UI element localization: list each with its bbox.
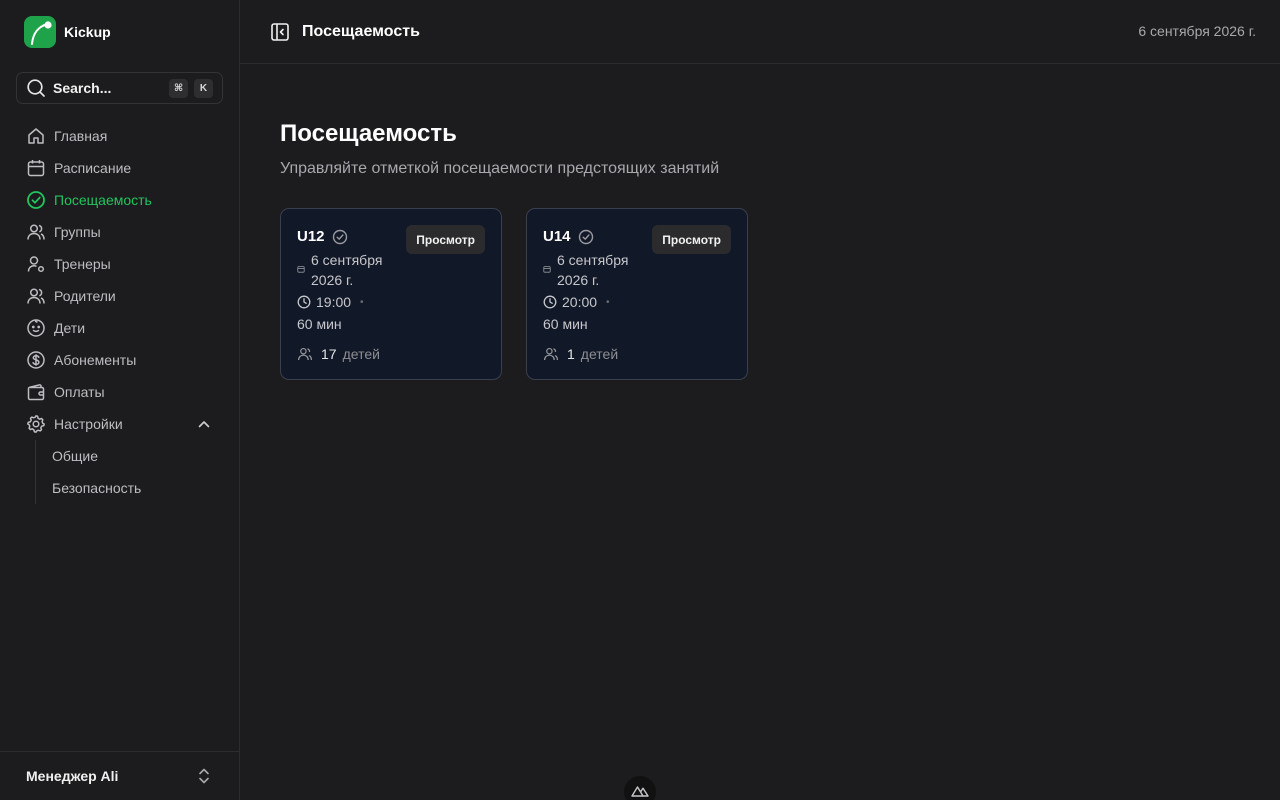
- page-subtitle: Управляйте отметкой посещаемости предсто…: [280, 160, 720, 177]
- clock-icon: [297, 295, 311, 309]
- session-date: 6 сентября 2026 г.: [557, 252, 629, 288]
- settings-submenu: Общие Безопасность: [35, 440, 223, 504]
- user-name: Менеджер Ali: [26, 768, 119, 784]
- chevron-up-icon[interactable]: [197, 417, 211, 431]
- session-card[interactable]: U12 Просмотр 6 сентября 2026 г. 19:00 • …: [280, 208, 502, 380]
- sidebar-item-children[interactable]: Дети: [16, 312, 223, 344]
- view-button[interactable]: Просмотр: [652, 225, 731, 254]
- sidebar-item-label: Абонементы: [54, 352, 137, 368]
- home-icon: [28, 128, 44, 144]
- view-button[interactable]: Просмотр: [406, 225, 485, 254]
- sidebar-item-label: Оплаты: [54, 384, 105, 400]
- sidebar-item-label: Группы: [54, 224, 101, 240]
- session-card[interactable]: U14 Просмотр 6 сентября 2026 г. 20:00 • …: [526, 208, 748, 380]
- group-name: U14: [543, 228, 571, 245]
- session-time: 20:00: [562, 294, 598, 310]
- wallet-icon: [27, 384, 45, 401]
- sidebar-item-groups[interactable]: Группы: [16, 216, 223, 248]
- sidebar-item-payments[interactable]: Оплаты: [16, 376, 223, 408]
- sidebar-item-schedule[interactable]: Расписание: [16, 152, 223, 184]
- sidebar-toggle-icon[interactable]: [270, 22, 290, 42]
- session-cards: U12 Просмотр 6 сентября 2026 г. 19:00 • …: [280, 208, 748, 380]
- clock-icon: [543, 295, 557, 309]
- devtools-badge[interactable]: [624, 776, 656, 800]
- sidebar-item-label: Посещаемость: [54, 192, 152, 208]
- header-date: 6 сентября 2026 г.: [1138, 23, 1256, 39]
- check-circle-icon: [578, 229, 593, 244]
- search-button[interactable]: Search... ⌘ K: [16, 72, 223, 104]
- sidebar-item-subscriptions[interactable]: Абонементы: [16, 344, 223, 376]
- session-duration: 60 мин: [297, 316, 342, 332]
- kids-label: детей: [580, 346, 619, 362]
- sidebar-item-attendance[interactable]: Посещаемость: [16, 184, 223, 216]
- sidebar-item-label: Главная: [54, 128, 108, 144]
- kbd-k: K: [194, 78, 213, 98]
- session-time: 19:00: [316, 294, 352, 310]
- sidebar-item-parents[interactable]: Родители: [16, 280, 223, 312]
- search-label: Search...: [53, 80, 112, 96]
- header-title: Посещаемость: [302, 22, 420, 40]
- check-circle-icon: [27, 191, 45, 209]
- kbd-cmd: ⌘: [169, 78, 188, 98]
- sidebar-item-security[interactable]: Безопасность: [36, 472, 223, 504]
- main-content: Посещаемость Управляйте отметкой посещае…: [280, 120, 748, 380]
- sidebar-item-home[interactable]: Главная: [16, 120, 223, 152]
- group-name: U12: [297, 228, 325, 245]
- session-duration: 60 мин: [543, 316, 588, 332]
- check-circle-icon: [332, 229, 347, 244]
- sidebar-item-settings[interactable]: Настройки: [16, 408, 223, 440]
- separator-dot: •: [360, 296, 364, 308]
- kids-label: детей: [342, 346, 380, 362]
- separator-dot: •: [606, 296, 610, 308]
- baby-icon: [27, 319, 45, 337]
- session-date: 6 сентября 2026 г.: [311, 252, 383, 288]
- sidebar: Kickup Search... ⌘ K Главная Расписание …: [0, 0, 240, 800]
- sidebar-item-label: Настройки: [54, 416, 123, 432]
- users-icon: [27, 224, 45, 240]
- calendar-icon: [543, 266, 551, 273]
- sidebar-item-label: Безопасность: [52, 480, 142, 496]
- sidebar-item-general[interactable]: Общие: [36, 440, 223, 472]
- search-icon: [27, 79, 45, 97]
- users-icon: [544, 347, 558, 361]
- sidebar-item-label: Родители: [54, 288, 116, 304]
- kids-count: 17: [321, 346, 337, 362]
- kids-count: 1: [567, 346, 575, 362]
- user-menu[interactable]: Менеджер Ali: [0, 751, 239, 800]
- kickup-logo: [24, 16, 56, 48]
- sidebar-item-label: Дети: [54, 320, 86, 336]
- sidebar-item-label: Расписание: [54, 160, 132, 176]
- sidebar-nav: Главная Расписание Посещаемость Группы Т…: [16, 120, 223, 504]
- brand[interactable]: Kickup: [24, 16, 111, 48]
- gear-icon: [27, 415, 45, 433]
- calendar-icon: [27, 160, 45, 177]
- user-cog-icon: [27, 256, 45, 273]
- dollar-circle-icon: [27, 351, 45, 369]
- page-title: Посещаемость: [280, 120, 457, 147]
- sidebar-item-label: Общие: [52, 448, 99, 464]
- sidebar-item-label: Тренеры: [54, 256, 111, 272]
- chevron-up-down-icon: [199, 768, 209, 784]
- users-icon: [298, 347, 312, 361]
- sidebar-item-coaches[interactable]: Тренеры: [16, 248, 223, 280]
- users-icon: [27, 288, 45, 304]
- top-bar: Посещаемость 6 сентября 2026 г.: [240, 0, 1280, 64]
- nuxt-logo-icon: [631, 786, 649, 797]
- app-name: Kickup: [64, 24, 111, 40]
- calendar-icon: [297, 266, 305, 273]
